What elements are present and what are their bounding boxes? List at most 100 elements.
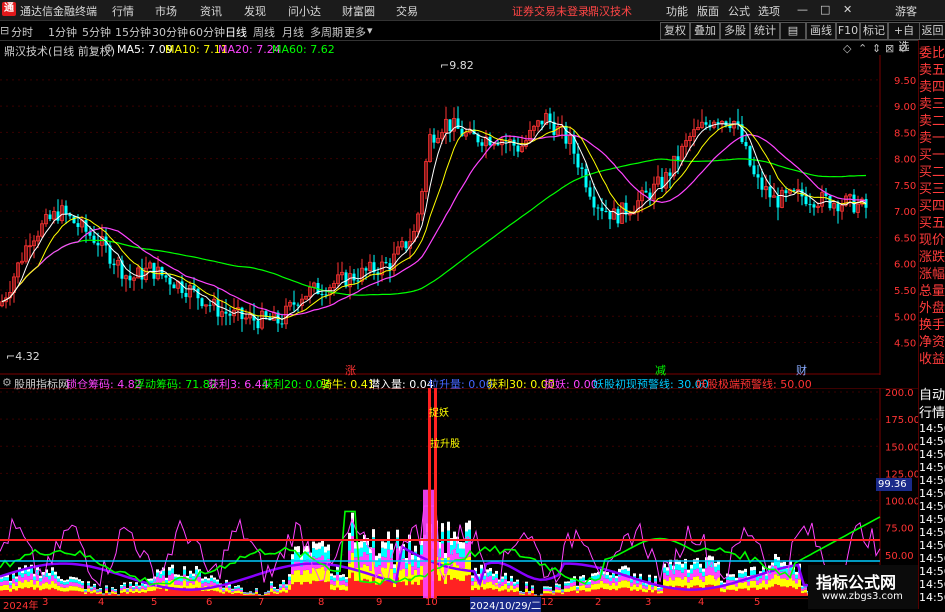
indicator-bar (696, 562, 699, 568)
back-button[interactable]: 返回 (919, 22, 945, 40)
candlestick-chart[interactable]: 9.509.008.508.007.507.006.506.005.505.00… (0, 55, 918, 375)
maximize-icon[interactable]: □ (820, 3, 830, 16)
indicator-bar (63, 582, 66, 585)
indicator-bar (201, 583, 204, 587)
y-tick-label: 5.00 (894, 312, 916, 323)
candle-body (77, 223, 80, 227)
tab-daily[interactable]: 日线 (225, 24, 247, 40)
menu-formula[interactable]: 公式 (728, 3, 750, 19)
close-panel-icon[interactable]: ⊠ (885, 42, 894, 55)
indicator-bar (534, 595, 537, 596)
f10-button[interactable]: F10 (836, 22, 860, 40)
stats-button[interactable]: 统计 (750, 22, 780, 40)
tab-min-0[interactable]: ⊟ (0, 24, 9, 37)
tab-30min[interactable]: 30分钟 (152, 24, 188, 40)
multistock-button[interactable]: 多股 (720, 22, 750, 40)
menu-ask[interactable]: 问小达 (288, 3, 321, 19)
indicator-bar (666, 567, 669, 570)
tab-multi[interactable]: 多周期 (310, 24, 343, 40)
menu-quotes[interactable]: 行情 (112, 3, 134, 19)
indicator-bar (396, 530, 399, 538)
menu-news[interactable]: 资讯 (200, 3, 222, 19)
candle-body (193, 286, 196, 289)
tab-monthly[interactable]: 月线 (282, 24, 304, 40)
indicator-bar (783, 562, 786, 566)
menu-function[interactable]: 功能 (666, 3, 688, 19)
indicator-bar (471, 581, 474, 585)
indicator-bar (195, 570, 198, 575)
grid-icon[interactable]: ▤ (780, 22, 806, 40)
indicator-bar (3, 581, 6, 585)
y-tick-label: 8.00 (894, 155, 916, 166)
indicator-bar (651, 589, 654, 592)
tab-timeshare[interactable]: 分时 (11, 24, 33, 40)
indicator-chart[interactable]: 200.0175.00150.00125.00100.0075.0050.002… (0, 388, 918, 598)
indicator-bar (636, 583, 639, 587)
watermark-url: www.zbgs3.com (822, 591, 903, 602)
indicator-bar (75, 578, 78, 580)
guest-label[interactable]: 游客 (895, 3, 917, 19)
indicator-bar (255, 588, 258, 589)
tab-60min[interactable]: 60分钟 (189, 24, 225, 40)
settings-icon[interactable]: ⚙ (898, 42, 908, 55)
indicator-bar (618, 576, 621, 581)
auto-quote-0[interactable]: 自动 (919, 384, 945, 403)
auto-quote-1[interactable]: 行情 (919, 402, 945, 421)
candle-body (581, 167, 584, 169)
more-dropdown-icon[interactable]: ▾ (367, 24, 373, 37)
mark-button[interactable]: 标记 (860, 22, 888, 40)
indicator-bar (636, 587, 639, 591)
indicator-bar (30, 580, 33, 588)
tab-more[interactable]: 更多 (344, 24, 366, 40)
indicator-bar (330, 584, 333, 589)
diamond-icon[interactable]: ◇ (843, 42, 851, 55)
tab-weekly[interactable]: 周线 (253, 24, 275, 40)
menu-discover[interactable]: 发现 (244, 3, 266, 19)
indicator-bar (786, 580, 789, 587)
indicator-bar (180, 578, 183, 581)
indicator-bar (549, 589, 552, 591)
draw-button[interactable]: 画线 (806, 22, 836, 40)
candle-body (113, 264, 116, 265)
menu-layout[interactable]: 版面 (697, 3, 719, 19)
indicator-bar (186, 590, 189, 596)
menu-options[interactable]: 选项 (758, 3, 780, 19)
candle-body (65, 206, 68, 214)
indicator-bar (615, 586, 618, 591)
ma5-line (2, 121, 866, 320)
tab-1min[interactable]: 1分钟 (48, 24, 77, 40)
indicator-bar (27, 576, 30, 582)
menu-wealth[interactable]: 财富圈 (342, 3, 375, 19)
tab-15min[interactable]: 15分钟 (115, 24, 151, 40)
indicator-bar (6, 590, 9, 596)
expand-icon[interactable]: ⇕ (872, 42, 881, 55)
tab-5min[interactable]: 5分钟 (82, 24, 111, 40)
indicator-bar (351, 573, 354, 596)
menu-market[interactable]: 市场 (155, 3, 177, 19)
y-tick-label: 4.50 (894, 339, 916, 350)
indicator-bar (564, 586, 567, 589)
candle-body (749, 146, 752, 165)
up-icon[interactable]: ⌃ (858, 42, 867, 55)
indicator-bar (144, 587, 147, 589)
indicator-bar (759, 578, 762, 583)
indicator-bar (645, 584, 648, 586)
candle-body (769, 187, 772, 198)
indicator-bar (354, 581, 357, 596)
close-icon[interactable]: ✕ (843, 3, 852, 16)
minimize-icon[interactable]: — (797, 3, 808, 16)
gear-icon[interactable]: ⚙ (104, 42, 114, 55)
indicator-bar (240, 589, 243, 590)
indicator-bar (270, 585, 273, 588)
indicator-bar (738, 583, 741, 589)
overlay-button[interactable]: 叠加 (690, 22, 720, 40)
add-watchlist-button[interactable]: +自选 (888, 22, 920, 40)
indicator-bar (144, 586, 147, 588)
menu-trade[interactable]: 交易 (396, 3, 418, 19)
indicator-bar (309, 573, 312, 583)
login-status[interactable]: 证券交易未登录 (512, 3, 589, 19)
adjust-button[interactable]: 复权 (660, 22, 690, 40)
indicator-bar (306, 582, 309, 596)
indicator-bar (711, 575, 714, 585)
indicator-bar (600, 581, 603, 588)
